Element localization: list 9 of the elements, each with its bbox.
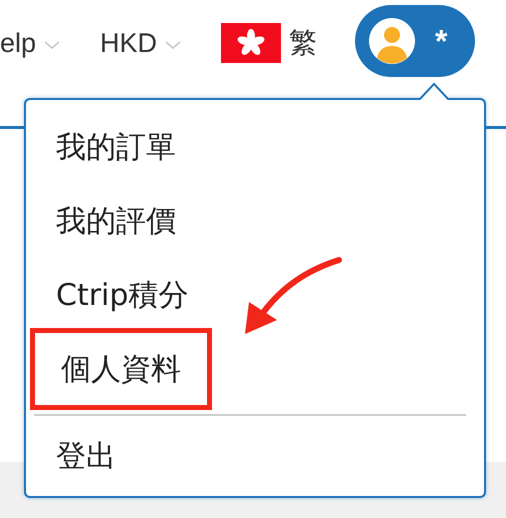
- language-button[interactable]: 繁: [289, 24, 318, 62]
- menu-item[interactable]: 我的訂單: [56, 110, 176, 184]
- nav-dropdown[interactable]: HKD: [100, 28, 182, 58]
- nav-dropdown[interactable]: elp: [0, 28, 60, 58]
- menu-item[interactable]: Ctrip積分: [56, 258, 188, 332]
- logout-item[interactable]: 登出: [56, 416, 464, 496]
- account-button[interactable]: *: [355, 5, 476, 77]
- menu-item[interactable]: 我的評價: [56, 184, 176, 258]
- menu-item[interactable]: 個人資料: [61, 339, 181, 399]
